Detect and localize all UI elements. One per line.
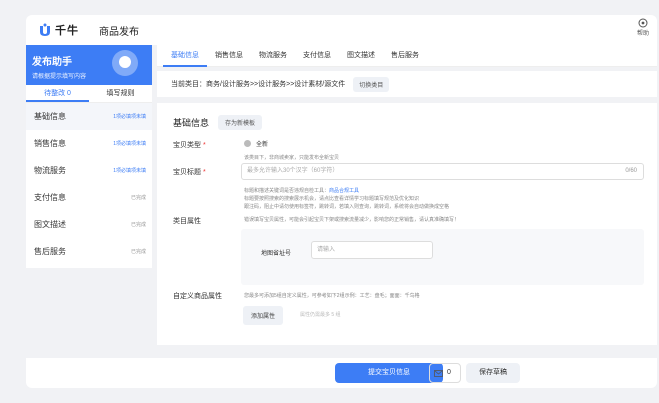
logo-text: 千牛: [55, 25, 79, 37]
title-char-count: 0/60: [625, 168, 637, 174]
help-button[interactable]: 帮助: [637, 18, 649, 37]
save-draft-button[interactable]: 保存草稿: [466, 363, 520, 383]
main-content: 基础信息 销售信息 物流服务 支付信息 图文描述 售后服务 当前类目：商务/设计…: [157, 45, 657, 355]
switch-category-button[interactable]: 切换类目: [353, 76, 390, 92]
app: 千牛 商品发布 帮助 发布助手 请根据提示填写内容 待整改 0 填写规则 基础信…: [0, 0, 659, 403]
sidebar-item-status: 1项必填项未填: [113, 168, 146, 174]
product-type-label: 宝贝类型 *: [173, 142, 206, 149]
basic-info-form: 基础信息 存为新模板 宝贝类型 * 全新 该类目下，非商城卖家，只能发布全新宝贝…: [157, 103, 657, 345]
sidebar-item-sales-info[interactable]: 销售信息 1项必填项未填: [26, 130, 152, 157]
title-input[interactable]: 最多允许输入30个汉字（60字符） 0/60: [241, 163, 644, 180]
sidebar-item-status: 已完成: [130, 249, 146, 255]
help-label: 帮助: [636, 31, 649, 37]
mail-icon: [434, 369, 443, 377]
custom-attr-hint: 您最多可添加5组自定义属性，可参考如下2组示例：工艺：盘毛；面面：千鸟格: [244, 293, 420, 299]
sidebar-item-after-sales[interactable]: 售后服务 已完成: [26, 238, 152, 265]
title-label: 宝贝标题 *: [173, 169, 206, 176]
category-attrs-hint: 错误填写宝贝属性，可能会引起宝贝下架或搜索流量减少，影响您的正常销售，请认真准确…: [244, 217, 460, 223]
section-title: 基础信息: [173, 118, 210, 128]
title-hint-3: 跟注码，阻止中请勿使用标签符，跳转词，若填入则查询，跳转词，系统将会自动做换成空…: [244, 204, 450, 210]
footer-actions: 提交宝贝信息 0 保存草稿: [26, 358, 657, 388]
save-template-button[interactable]: 存为新模板: [218, 115, 263, 130]
draft-box-button[interactable]: 0: [429, 363, 461, 383]
category-attrs-label: 类目属性: [173, 218, 201, 225]
sidebar-item-status: 1项必填项未填: [113, 114, 146, 120]
tab-logistics[interactable]: 物流服务: [251, 45, 295, 67]
add-attribute-button[interactable]: 添加属性: [243, 306, 284, 325]
sidebar-item-status: 已完成: [130, 195, 146, 201]
sidebar-item-label: 物流服务: [34, 166, 66, 175]
sidebar-item-status: 1项必填项未填: [113, 141, 146, 147]
tab-basic-info[interactable]: 基础信息: [163, 45, 207, 67]
tab-sales-info[interactable]: 销售信息: [207, 45, 251, 67]
sidebar-item-label: 支付信息: [34, 193, 66, 202]
sidebar-item-label: 销售信息: [34, 139, 66, 148]
title-hint-2: 标题要按照搜索的搜索展示机会，请点比查看详情学习标题填写规范及优化知识: [244, 196, 420, 202]
current-category: 当前类目：商务/设计服务>>设计服务>>设计素材/源文件: [171, 81, 346, 88]
help-icon: [638, 18, 648, 28]
sidebar-item-basic-info[interactable]: 基础信息 1项必填项未填: [26, 103, 152, 130]
publish-assistant-banner: 发布助手 请根据提示填写内容: [26, 45, 152, 85]
sidebar-item-payment[interactable]: 支付信息 已完成: [26, 184, 152, 211]
tab-fill-rules[interactable]: 填写规则: [89, 85, 152, 102]
sidebar-item-status: 已完成: [130, 222, 146, 228]
category-bar: 当前类目：商务/设计服务>>设计服务>>设计素材/源文件 切换类目: [157, 71, 657, 97]
sidebar-item-description[interactable]: 图文描述 已完成: [26, 211, 152, 238]
origin-label: 地图省址号: [261, 251, 292, 257]
product-type-hint: 该类目下，非商城卖家，只能发布全新宝贝: [244, 155, 340, 161]
logo: 千牛: [38, 22, 79, 38]
custom-attr-label: 自定义商品属性: [173, 293, 222, 300]
header: 千牛 商品发布 帮助: [26, 15, 657, 45]
page-title: 商品发布: [99, 26, 139, 38]
category-attrs-box: 地图省址号 请输入: [241, 229, 644, 285]
submit-button[interactable]: 提交宝贝信息: [335, 363, 443, 383]
sidebar-item-label: 基础信息: [34, 112, 66, 121]
title-hint-1: 标题和描述关键词是否违规自检工具：商品合规工具: [244, 188, 360, 194]
sidebar: 发布助手 请根据提示填写内容 待整改 0 填写规则 基础信息 1项必填项未填 销…: [26, 45, 152, 268]
qianniu-logo-icon: [38, 23, 52, 37]
tab-after-sales[interactable]: 售后服务: [383, 45, 427, 67]
sidebar-tabs: 待整改 0 填写规则: [26, 85, 152, 103]
sidebar-item-label: 图文描述: [34, 220, 66, 229]
sidebar-item-label: 售后服务: [34, 247, 66, 256]
radio-icon: [244, 140, 251, 147]
sidebar-item-logistics[interactable]: 物流服务 1项必填项未填: [26, 157, 152, 184]
product-type-radio-new[interactable]: 全新: [244, 139, 268, 148]
section-tabs: 基础信息 销售信息 物流服务 支付信息 图文描述 售后服务: [157, 45, 657, 67]
tab-description[interactable]: 图文描述: [339, 45, 383, 67]
compliance-tool-link[interactable]: 商品合规工具: [329, 188, 359, 194]
draft-count: 0: [447, 369, 451, 376]
origin-input[interactable]: 请输入: [311, 241, 433, 259]
tab-pending-fixes[interactable]: 待整改 0: [26, 85, 89, 102]
tab-payment[interactable]: 支付信息: [295, 45, 339, 67]
lightbulb-icon: [112, 50, 138, 76]
add-attr-hint: 属性仍需最多 5 组: [300, 312, 341, 318]
